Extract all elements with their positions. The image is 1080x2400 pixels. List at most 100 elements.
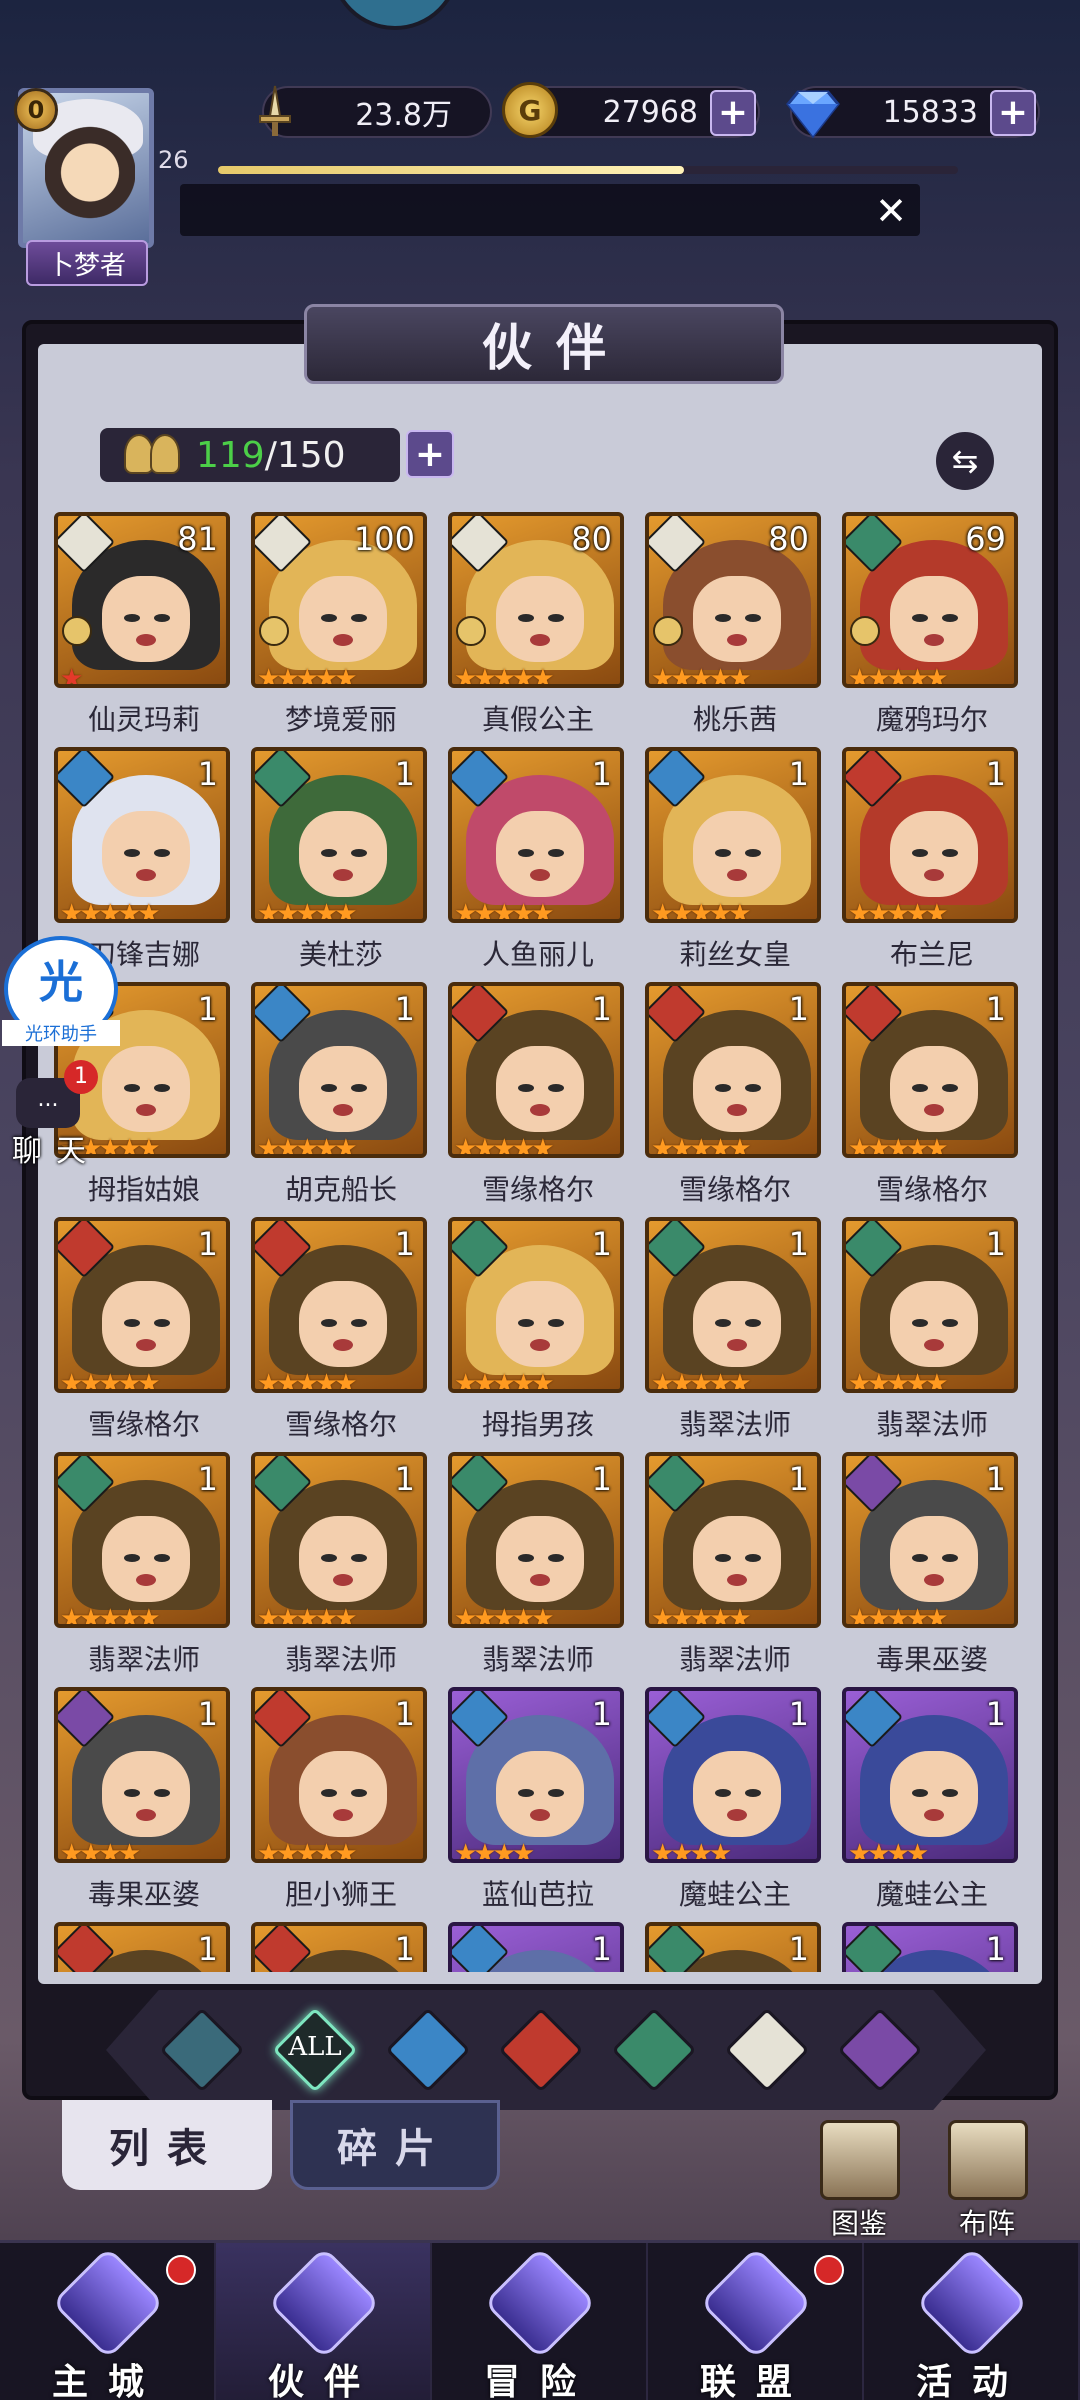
star-rating: ★★★★★ [60,899,161,923]
partner-card[interactable]: 1 ★★★★★ 莉丝女皇 [645,747,825,979]
halo-assistant-label: 光环助手 [2,1020,120,1046]
rank-crown-icon [62,616,92,646]
partner-card[interactable]: 1 ★★★★★ 翡翠法师 [645,1452,825,1684]
adventure-icon [483,2246,597,2360]
partner-portrait-frame: 69 ★★★★★ [842,512,1018,688]
partner-card[interactable]: 81 ★ 仙灵玛莉 [54,512,234,744]
codex-button[interactable]: 图鉴 [804,2120,914,2240]
chat-button[interactable]: ... 1 聊天 [6,1060,102,1170]
rank-crown-icon [850,616,880,646]
nav-alliance[interactable]: 联盟 [648,2243,864,2400]
filter-light[interactable] [724,2007,810,2093]
partner-name: 雪缘格尔 [678,1173,791,1206]
partner-card[interactable]: 80 ★★★★★ 桃乐茜 [645,512,825,744]
partner-level: 69 [965,520,1006,558]
partner-portrait-frame: 80 ★★★★★ [645,512,821,688]
filter-dark[interactable] [837,2007,923,2093]
partners-panel: 119/150 + ⇆ 81 ★ 仙灵玛莉 100 ★★★★★ 梦境爱丽 80 ★★★★★ 真假… [22,304,1058,2110]
tab-fragments[interactable]: 碎片 [290,2100,500,2190]
partner-card[interactable]: 1 ★★★★★ 雪缘格尔 [842,982,1022,1214]
partner-card[interactable]: 1 [645,1922,825,1972]
partner-name: 拇指男孩 [481,1408,594,1441]
partner-card[interactable]: 1 ★★★★★ 胆小狮王 [251,1687,431,1919]
partner-portrait-frame: 1 [842,1922,1018,1972]
nav-events[interactable]: 活动 [864,2243,1080,2400]
partner-portrait-frame: 1 [645,1922,821,1972]
wind-filter-icon [611,2007,697,2093]
partner-card[interactable]: 100 ★★★★★ 梦境爱丽 [251,512,431,744]
partner-portrait-frame: 1 [54,1922,230,1972]
partner-card[interactable]: 1 ★★★★★ 拇指男孩 [448,1217,628,1449]
partner-card[interactable]: 1 ★★★★ 蓝仙芭拉 [448,1687,628,1919]
nav-main-city[interactable]: 主城 [0,2243,216,2400]
halo-assistant-button[interactable]: 光 光环助手 [2,936,120,1046]
filter-water[interactable] [385,2007,471,2093]
partner-card[interactable]: 1 ★★★★★ 毒果巫婆 [842,1452,1022,1684]
partner-card[interactable]: 1 ★★★★★ 翡翠法师 [448,1452,628,1684]
partner-card[interactable]: 1 ★★★★★ 胡克船长 [251,982,431,1214]
add-gems-button[interactable]: + [990,90,1036,136]
diamond-icon [782,82,844,144]
filter-wind[interactable] [611,2007,697,2093]
partner-name: 梦境爱丽 [284,703,397,736]
partner-card[interactable]: 1 ★★★★★ 翡翠法师 [251,1452,431,1684]
filter-wind-dark[interactable] [159,2007,245,2093]
partner-card[interactable]: 1 ★★★★ 毒果巫婆 [54,1687,234,1919]
events-icon [915,2246,1029,2360]
partner-portrait-frame: 1 ★★★★★ [448,747,624,923]
wind-dark-filter-icon [159,2007,245,2093]
nav-partners[interactable]: 伙伴 [216,2243,432,2400]
sword-icon [244,82,306,144]
partner-name: 翡翠法师 [678,1643,791,1676]
partner-card[interactable]: 1 ★★★★★ 翡翠法师 [54,1452,234,1684]
close-icon[interactable]: ✕ [872,192,910,230]
partner-card[interactable]: 80 ★★★★★ 真假公主 [448,512,628,744]
partner-name: 胆小狮王 [284,1878,397,1911]
vip-badge[interactable]: 0 [14,88,58,132]
star-rating: ★★★★ [651,1839,732,1863]
partner-level: 1 [394,1460,415,1498]
partner-portrait-frame: 1 ★★★★★ [842,1452,1018,1628]
partner-level: 1 [394,990,415,1028]
partner-level: 1 [788,1695,809,1733]
partner-card[interactable]: 1 ★★★★★ 布兰尼 [842,747,1022,979]
partner-card[interactable]: 1 ★★★★★ 雪缘格尔 [448,982,628,1214]
player-title-tag[interactable]: 卜梦者 [26,240,148,286]
partner-card[interactable]: 1 ★★★★ 魔蛙公主 [842,1687,1022,1919]
partner-card[interactable]: 1 ★★★★★ 雪缘格尔 [54,1217,234,1449]
dark-filter-icon [837,2007,923,2093]
partner-portrait-frame: 1 ★★★★ [448,1687,624,1863]
partner-card[interactable]: 1 ★★★★ 魔蛙公主 [645,1687,825,1919]
partner-card[interactable]: 1 [842,1922,1022,1972]
tab-list[interactable]: 列表 [62,2100,272,2190]
partner-card[interactable]: 1 [448,1922,628,1972]
star-rating: ★★★★★ [848,1134,949,1158]
gold-value: 27968 [602,94,698,130]
partner-portrait-frame: 1 ★★★★★ [448,982,624,1158]
light-filter-icon [724,2007,810,2093]
partner-card[interactable]: 1 ★★★★★ 翡翠法师 [645,1217,825,1449]
partner-card[interactable]: 69 ★★★★★ 魔鸦玛尔 [842,512,1022,744]
partner-card[interactable]: 1 [54,1922,234,1972]
filter-fire[interactable] [498,2007,584,2093]
formation-button[interactable]: 布阵 [932,2120,1042,2240]
partner-card[interactable]: 1 ★★★★★ 翡翠法师 [842,1217,1022,1449]
nav-label: 活动 [915,2362,1028,2400]
sort-toggle-button[interactable]: ⇆ [936,432,994,490]
nav-adventure[interactable]: 冒险 [432,2243,648,2400]
partner-card[interactable]: 1 ★★★★★ 雪缘格尔 [251,1217,431,1449]
formation-label: 布阵 [958,2207,1015,2240]
partner-card[interactable]: 1 ★★★★★ 美杜莎 [251,747,431,979]
add-gold-button[interactable]: + [710,90,756,136]
partner-level: 80 [768,520,809,558]
filter-all[interactable]: ALL [272,2007,358,2093]
partner-name: 翡翠法师 [481,1643,594,1676]
partner-level: 1 [985,755,1006,793]
partner-card[interactable]: 1 [251,1922,431,1972]
partner-card[interactable]: 1 ★★★★★ 人鱼丽儿 [448,747,628,979]
star-rating: ★★★★★ [257,1134,358,1158]
partner-card[interactable]: 1 ★★★★★ 雪缘格尔 [645,982,825,1214]
partner-name: 翡翠法师 [87,1643,200,1676]
expand-capacity-button[interactable]: + [406,430,454,478]
star-rating: ★★★★★ [651,1604,752,1628]
